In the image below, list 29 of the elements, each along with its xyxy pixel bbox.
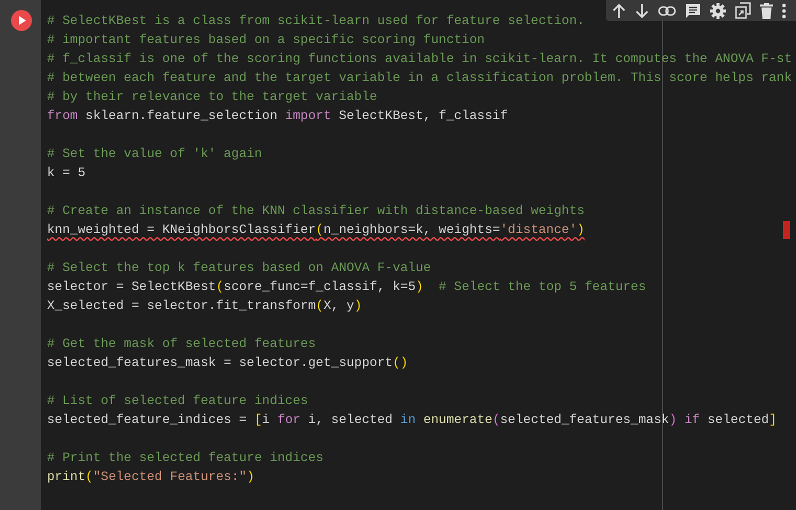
comment-icon[interactable] [685, 2, 701, 18]
code-line: # List of selected feature indices [47, 392, 308, 410]
code-line: # Set the value of 'k' again [47, 145, 262, 163]
arrow-up-icon[interactable] [612, 2, 626, 18]
code-line: # f_classif is one of the scoring functions available in scikit-learn. It computes the ANOVA F-st [47, 50, 792, 68]
code-line: # important features based on a specific scoring function [47, 31, 485, 49]
trash-icon[interactable] [760, 2, 773, 18]
code-line: # by their relevance to the target variable [47, 88, 378, 106]
code-line: k = 5 [47, 164, 86, 182]
code-line: # between each feature and the target variable in a classification problem. This score helps rank [47, 69, 792, 87]
code-line: from sklearn.feature_selection import SelectKBest, f_classif [47, 107, 508, 125]
code-line: # Print the selected feature indices [47, 449, 324, 467]
code-line: selected_features_mask = selector.get_support() [47, 354, 408, 372]
code-line: # Select the top k features based on ANOVA F-value [47, 259, 431, 277]
more-options-icon[interactable] [782, 2, 786, 18]
code-line: knn_weighted = KNeighborsClassifier(n_neighbors=k, weights='distance') [47, 221, 585, 239]
error-marker [783, 221, 790, 239]
settings-icon[interactable] [710, 2, 726, 18]
code-line: selected_feature_indices = [i for i, selected in enumerate(selected_features_mask) if selected] [47, 411, 777, 429]
link-icon[interactable] [658, 6, 676, 16]
code-line: # Get the mask of selected features [47, 335, 316, 353]
code-line: X_selected = selector.fit_transform(X, y) [47, 297, 362, 315]
mirror-cell-icon[interactable] [735, 2, 751, 19]
code-line: # SelectKBest is a class from scikit-learn used for feature selection. [47, 12, 585, 30]
code-line: selector = SelectKBest(score_func=f_classif, k=5) # Select the top 5 features [47, 278, 646, 296]
code-line: print("Selected Features:") [47, 468, 254, 486]
arrow-down-icon[interactable] [635, 2, 649, 18]
run-button[interactable] [11, 10, 32, 31]
code-line: # Create an instance of the KNN classifier with distance-based weights [47, 202, 585, 220]
